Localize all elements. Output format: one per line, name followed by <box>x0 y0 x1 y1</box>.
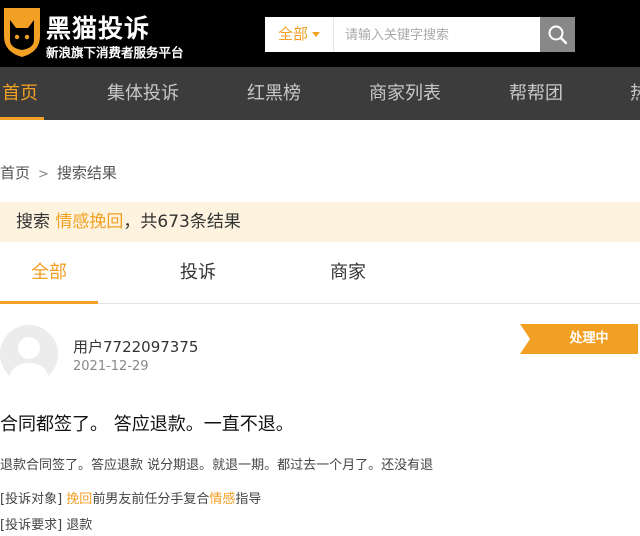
complaint-demand-value: 退款 <box>66 518 93 533</box>
complaint-target: [投诉对象] 挽回前男友前任分手复合情感指导 <box>0 488 261 507</box>
tab-merchants[interactable]: 商家 <box>298 243 398 303</box>
avatar <box>0 325 58 383</box>
logo[interactable]: 黑猫投诉 新浪旗下消费者服务平台 <box>0 4 240 62</box>
search-input[interactable] <box>335 17 540 52</box>
search-icon <box>548 25 568 45</box>
breadcrumb-separator: > <box>38 167 49 182</box>
nav-item-ranking[interactable]: 红黑榜 <box>247 67 301 120</box>
logo-subtitle: 新浪旗下消费者服务平台 <box>46 45 184 60</box>
search-button[interactable] <box>540 17 575 52</box>
breadcrumb-current: 搜索结果 <box>56 164 117 182</box>
result-prefix: 搜索 <box>16 212 50 232</box>
complaint-description: 退款合同签了。答应退款 说分期退。就退一期。都过去一个月了。还没有退 <box>0 458 434 473</box>
black-cat-icon <box>4 8 40 57</box>
status-label: 处理中 <box>569 331 609 346</box>
tab-all[interactable]: 全部 <box>0 243 98 303</box>
nav-item-help-group[interactable]: 帮帮团 <box>509 67 563 120</box>
header: 黑猫投诉 新浪旗下消费者服务平台 全部 <box>0 0 640 67</box>
breadcrumb-home[interactable]: 首页 <box>0 164 30 182</box>
status-badge: 处理中 <box>520 324 638 354</box>
search-category-label: 全部 <box>277 25 308 43</box>
result-count: ，共673条结果 <box>123 212 241 232</box>
complaint-card[interactable]: 用户7722097375 2021-12-29 处理中 合同都签了。 答应退款。… <box>0 304 640 536</box>
tab-complaints[interactable]: 投诉 <box>148 243 248 303</box>
nav-active-indicator <box>0 117 44 120</box>
result-tabs: 全部 投诉 商家 <box>0 243 640 304</box>
nav-item-merchants[interactable]: 商家列表 <box>369 67 441 120</box>
complaint-target-mid: 前男友前任分手复合 <box>92 492 210 507</box>
nav-item-group-complaints[interactable]: 集体投诉 <box>107 67 179 120</box>
caret-down-icon <box>312 32 320 37</box>
breadcrumb: 首页 > 搜索结果 <box>0 162 117 183</box>
logo-title: 黑猫投诉 <box>46 14 151 43</box>
complaint-date: 2021-12-29 <box>73 359 149 374</box>
default-avatar-icon <box>0 325 58 383</box>
search-result-summary: 搜索 情感挽回，共673条结果 <box>0 202 640 242</box>
complaint-target-highlight-1: 挽回 <box>66 492 93 507</box>
complaint-target-highlight-2: 情感 <box>209 492 236 507</box>
complaint-username[interactable]: 用户7722097375 <box>73 336 198 357</box>
search-category-select[interactable]: 全部 <box>265 17 334 52</box>
result-keyword: 情感挽回 <box>55 212 124 232</box>
main-nav: 首页 集体投诉 红黑榜 商家列表 帮帮团 热 <box>0 67 640 120</box>
complaint-title[interactable]: 合同都签了。 答应退款。一直不退。 <box>0 410 294 436</box>
nav-item-hot[interactable]: 热 <box>630 67 640 120</box>
complaint-target-end: 指导 <box>235 492 262 507</box>
complaint-demand-label: [投诉要求] <box>0 518 63 533</box>
complaint-target-label: [投诉对象] <box>0 492 63 507</box>
complaint-demand: [投诉要求] 退款 <box>0 514 92 533</box>
search-box: 全部 <box>265 17 575 52</box>
nav-item-home[interactable]: 首页 <box>2 67 38 120</box>
result-summary-text: 搜索 情感挽回，共673条结果 <box>16 202 241 242</box>
